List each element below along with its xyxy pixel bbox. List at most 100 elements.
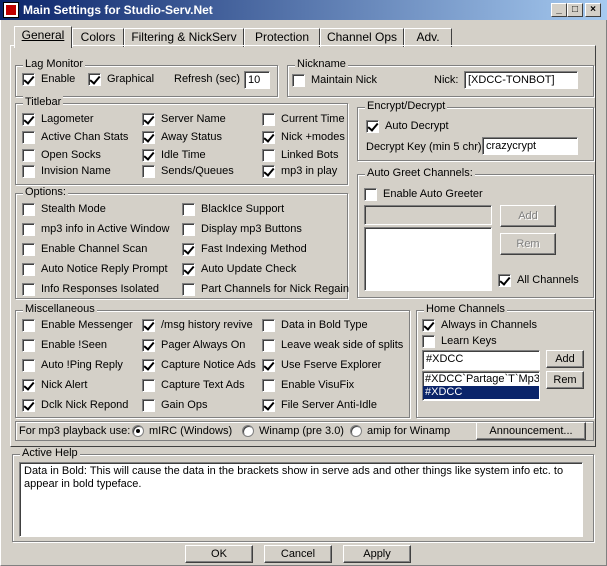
auto-greet-input[interactable] [364, 205, 492, 225]
apply-button[interactable]: Apply [343, 545, 411, 563]
checkbox-box[interactable] [142, 358, 155, 372]
misc-visufix-checkbox[interactable]: Enable VisuFix [262, 377, 354, 393]
opt-stealth-mode-checkbox[interactable]: Stealth Mode [22, 201, 106, 217]
checkbox-box[interactable] [22, 358, 35, 372]
announcement-button[interactable]: Announcement... [476, 422, 586, 440]
checkbox-box[interactable] [22, 398, 35, 412]
checkbox-box[interactable] [262, 338, 275, 352]
list-item[interactable]: #XDCC`Partage`T`Mp3 [423, 373, 539, 386]
ok-button[interactable]: OK [185, 545, 253, 563]
tb-linked-bots-checkbox[interactable]: Linked Bots [262, 147, 338, 163]
misc-auto-ping-checkbox[interactable]: Auto !Ping Reply [22, 357, 123, 373]
cancel-button[interactable]: Cancel [264, 545, 332, 563]
tb-invision-name-checkbox[interactable]: Invision Name [22, 163, 111, 179]
checkbox-box[interactable] [292, 73, 305, 87]
checkbox-box[interactable] [22, 378, 35, 392]
tb-current-time-checkbox[interactable]: Current Time [262, 111, 345, 127]
tb-sends-queues-checkbox[interactable]: Sends/Queues [142, 163, 234, 179]
radio-dot[interactable] [350, 425, 362, 437]
checkbox-box[interactable] [422, 318, 435, 332]
home-channel-add-button[interactable]: Add [546, 350, 584, 368]
checkbox-box[interactable] [422, 334, 435, 348]
checkbox-box[interactable] [22, 72, 35, 86]
checkbox-box[interactable] [182, 282, 195, 296]
opt-fast-indexing-checkbox[interactable]: Fast Indexing Method [182, 241, 307, 257]
tb-nick-modes-checkbox[interactable]: Nick +modes [262, 129, 345, 145]
home-channel-list[interactable]: #XDCC`Partage`T`Mp3 #XDCC [422, 371, 540, 401]
decrypt-key-input[interactable]: crazycrypt [482, 137, 578, 155]
checkbox-box[interactable] [88, 72, 101, 86]
checkbox-box[interactable] [182, 202, 195, 216]
misc-data-bold-checkbox[interactable]: Data in Bold Type [262, 317, 368, 333]
home-channel-input[interactable]: #XDCC [422, 350, 540, 370]
opt-channel-scan-checkbox[interactable]: Enable Channel Scan [22, 241, 147, 257]
checkbox-box[interactable] [142, 164, 155, 178]
auto-greet-list[interactable] [364, 227, 492, 291]
maximize-button[interactable]: □ [567, 3, 583, 17]
checkbox-box[interactable] [22, 262, 35, 276]
checkbox-box[interactable] [142, 338, 155, 352]
checkbox-box[interactable] [262, 358, 275, 372]
checkbox-box[interactable] [142, 398, 155, 412]
tb-open-socks-checkbox[interactable]: Open Socks [22, 147, 101, 163]
window-titlebar[interactable]: Main Settings for Studio-Serv.Net _ □ × [0, 0, 607, 20]
checkbox-box[interactable] [22, 112, 35, 126]
checkbox-box[interactable] [182, 222, 195, 236]
misc-enable-messenger-checkbox[interactable]: Enable Messenger [22, 317, 133, 333]
checkbox-box[interactable] [22, 130, 35, 144]
radio-amip[interactable]: amip for Winamp [350, 423, 450, 439]
checkbox-box[interactable] [366, 119, 379, 133]
all-channels-checkbox[interactable]: All Channels [498, 272, 579, 288]
always-in-channels-checkbox[interactable]: Always in Channels [422, 317, 537, 333]
misc-dclk-nick-checkbox[interactable]: Dclk Nick Repond [22, 397, 128, 413]
enable-auto-greeter-checkbox[interactable]: Enable Auto Greeter [364, 186, 483, 202]
misc-leave-weak-checkbox[interactable]: Leave weak side of splits [262, 337, 403, 353]
checkbox-box[interactable] [22, 242, 35, 256]
checkbox-box[interactable] [22, 148, 35, 162]
checkbox-box[interactable] [22, 164, 35, 178]
checkbox-box[interactable] [142, 112, 155, 126]
misc-capture-notice-checkbox[interactable]: Capture Notice Ads [142, 357, 256, 373]
opt-auto-notice-checkbox[interactable]: Auto Notice Reply Prompt [22, 261, 168, 277]
checkbox-box[interactable] [22, 338, 35, 352]
misc-fserve-explorer-checkbox[interactable]: Use Fserve Explorer [262, 357, 381, 373]
checkbox-box[interactable] [22, 318, 35, 332]
opt-mp3-buttons-checkbox[interactable]: Display mp3 Buttons [182, 221, 302, 237]
checkbox-box[interactable] [142, 318, 155, 332]
checkbox-box[interactable] [182, 242, 195, 256]
misc-anti-idle-checkbox[interactable]: File Server Anti-Idle [262, 397, 377, 413]
misc-msg-history-checkbox[interactable]: /msg history revive [142, 317, 253, 333]
opt-mp3-info-checkbox[interactable]: mp3 info in Active Window [22, 221, 169, 237]
checkbox-box[interactable] [262, 318, 275, 332]
lag-graphical-checkbox[interactable]: Graphical [88, 71, 154, 87]
opt-part-channels-checkbox[interactable]: Part Channels for Nick Regain [182, 281, 349, 297]
tb-mp3-in-play-checkbox[interactable]: mp3 in play [262, 163, 337, 179]
misc-enable-seen-checkbox[interactable]: Enable !Seen [22, 337, 107, 353]
misc-pager-checkbox[interactable]: Pager Always On [142, 337, 245, 353]
checkbox-box[interactable] [262, 164, 275, 178]
radio-dot[interactable] [132, 425, 144, 437]
lag-enable-checkbox[interactable]: Enable [22, 71, 75, 87]
list-item[interactable]: #XDCC [423, 386, 539, 399]
checkbox-box[interactable] [262, 148, 275, 162]
opt-blackice-checkbox[interactable]: BlackIce Support [182, 201, 284, 217]
checkbox-box[interactable] [142, 130, 155, 144]
close-button[interactable]: × [585, 3, 601, 17]
app-icon[interactable] [3, 2, 19, 18]
maintain-nick-checkbox[interactable]: Maintain Nick [292, 72, 377, 88]
learn-keys-checkbox[interactable]: Learn Keys [422, 333, 497, 349]
tab-general[interactable]: General [14, 26, 72, 48]
checkbox-box[interactable] [364, 187, 377, 201]
misc-capture-text-checkbox[interactable]: Capture Text Ads [142, 377, 245, 393]
checkbox-box[interactable] [142, 148, 155, 162]
tb-idle-time-checkbox[interactable]: Idle Time [142, 147, 206, 163]
auto-decrypt-checkbox[interactable]: Auto Decrypt [366, 118, 449, 134]
radio-winamp[interactable]: Winamp (pre 3.0) [242, 423, 344, 439]
tb-server-name-checkbox[interactable]: Server Name [142, 111, 226, 127]
refresh-input[interactable]: 10 [244, 71, 270, 89]
misc-gain-ops-checkbox[interactable]: Gain Ops [142, 397, 207, 413]
checkbox-box[interactable] [262, 398, 275, 412]
tb-active-chan-stats-checkbox[interactable]: Active Chan Stats [22, 129, 128, 145]
minimize-button[interactable]: _ [551, 3, 567, 17]
checkbox-box[interactable] [22, 282, 35, 296]
